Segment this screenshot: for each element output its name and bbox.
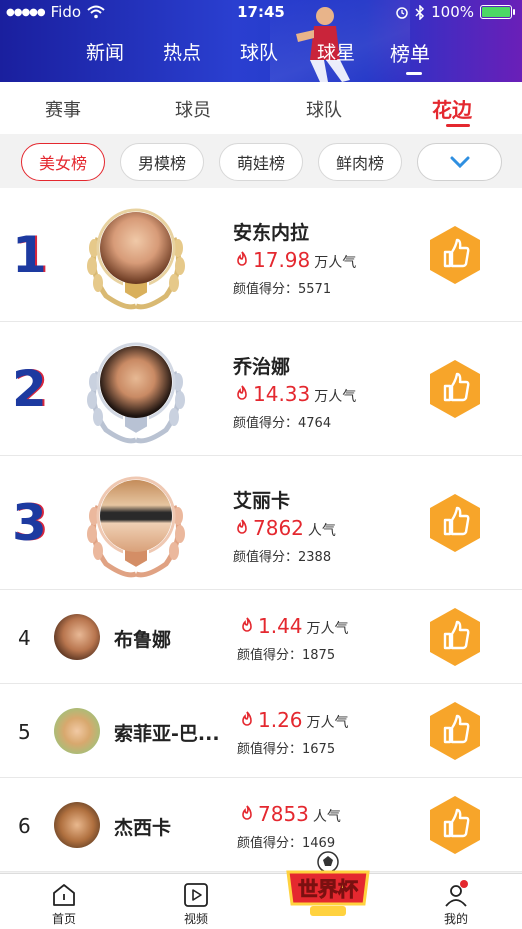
like-button[interactable]	[428, 224, 482, 286]
tab-gossip[interactable]: 花边	[432, 94, 472, 123]
popularity: 1.44 万人气	[240, 614, 349, 638]
entry-name: 杰西卡	[114, 817, 172, 839]
beauty-score: 颜值得分：1875	[237, 648, 336, 663]
battery-icon	[480, 5, 515, 19]
popularity-value: 17.98	[253, 248, 311, 272]
ranking-row[interactable]: 1 安东内拉 17.98 万人气 颜值得分：5571	[0, 188, 522, 322]
rank-number: 5	[18, 720, 31, 744]
like-button[interactable]	[428, 492, 482, 554]
play-icon	[184, 883, 208, 907]
avatar	[54, 802, 100, 848]
expand-filters-button[interactable]	[417, 143, 502, 181]
flame-icon	[237, 385, 247, 400]
bottom-nav-home[interactable]: 首页	[34, 882, 94, 927]
bottom-nav: 首页 视频 我的	[0, 873, 522, 929]
chevron-down-icon	[450, 156, 469, 168]
popularity-value: 14.33	[253, 382, 311, 406]
top-nav-hot[interactable]: 热点	[163, 38, 201, 65]
popularity: 1.26 万人气	[240, 708, 349, 732]
like-button[interactable]	[428, 606, 482, 668]
popularity-value: 7862	[253, 516, 304, 540]
bluetooth-icon	[415, 4, 425, 20]
ranking-row[interactable]: 2 乔治娜 14.33 万人气 颜值得分：4764	[0, 322, 522, 456]
app-header: ●●●●● Fido 17:45 100% 新闻 热点 球队 球星 榜单	[0, 0, 522, 82]
like-button[interactable]	[428, 794, 482, 856]
bottom-nav-video[interactable]: 视频	[166, 882, 226, 927]
avatar	[100, 212, 172, 284]
tab-events[interactable]: 赛事	[45, 96, 81, 122]
beauty-score: 颜值得分：4764	[233, 416, 332, 431]
flame-icon	[242, 805, 252, 820]
filter-chip-male-models[interactable]: 男模榜	[120, 143, 204, 181]
popularity: 7853 人气	[240, 802, 341, 826]
top-nav-stars[interactable]: 球星	[317, 38, 355, 65]
tab-players[interactable]: 球员	[175, 96, 211, 122]
rank-number: 1	[12, 226, 47, 284]
beauty-score: 颜值得分：2388	[233, 550, 332, 565]
sub-tabs: 赛事 球员 球队 花边	[0, 82, 522, 134]
popularity: 14.33 万人气	[235, 382, 356, 406]
popularity: 7862 人气	[235, 516, 336, 540]
avatar	[100, 346, 172, 418]
popularity-value: 7853	[258, 802, 309, 826]
avatar	[100, 480, 172, 552]
bottom-nav-profile[interactable]: 我的	[426, 882, 486, 927]
top-nav: 新闻 热点 球队 球星 榜单	[0, 36, 522, 76]
popularity-unit: 人气	[312, 809, 341, 825]
popularity-unit: 万人气	[314, 255, 357, 271]
status-bar: ●●●●● Fido 17:45 100%	[0, 0, 522, 26]
like-button[interactable]	[428, 358, 482, 420]
flame-icon	[242, 711, 252, 726]
filter-chip-cute-kids[interactable]: 萌娃榜	[219, 143, 303, 181]
top-nav-news[interactable]: 新闻	[86, 38, 124, 65]
filter-chip-beauty[interactable]: 美女榜	[21, 143, 105, 181]
avatar	[54, 614, 100, 660]
popularity: 17.98 万人气	[235, 248, 356, 272]
alarm-icon	[396, 7, 408, 19]
tab-teams[interactable]: 球队	[306, 96, 342, 122]
entry-name: 艾丽卡	[233, 490, 291, 512]
worldcup-badge[interactable]: 世界杯	[284, 850, 372, 920]
rank-number: 3	[12, 494, 47, 552]
filter-bar: 美女榜 男模榜 萌娃榜 鲜肉榜	[0, 134, 522, 188]
entry-name: 索菲亚-巴...	[114, 723, 220, 745]
worldcup-badge-text: 世界杯	[298, 877, 358, 901]
ranking-row[interactable]: 6 杰西卡 7853 人气 颜值得分：1469	[0, 778, 522, 872]
popularity-value: 1.44	[258, 614, 303, 638]
ranking-row[interactable]: 5 索菲亚-巴... 1.26 万人气 颜值得分：1675	[0, 684, 522, 778]
rank-number: 6	[18, 814, 31, 838]
popularity-unit: 万人气	[306, 621, 349, 637]
popularity-unit: 人气	[307, 523, 336, 539]
flame-icon	[242, 617, 252, 632]
entry-name: 乔治娜	[233, 356, 291, 378]
like-button[interactable]	[428, 700, 482, 762]
top-nav-rankings[interactable]: 榜单	[390, 38, 430, 67]
beauty-score: 颜值得分：1469	[237, 836, 336, 851]
popularity-unit: 万人气	[306, 715, 349, 731]
flame-icon	[237, 251, 247, 266]
beauty-score: 颜值得分：1675	[237, 742, 336, 757]
popularity-unit: 万人气	[314, 389, 357, 405]
entry-name: 安东内拉	[233, 222, 310, 244]
rank-number: 4	[18, 626, 31, 650]
entry-name: 布鲁娜	[114, 629, 172, 651]
ranking-row[interactable]: 4 布鲁娜 1.44 万人气 颜值得分：1875	[0, 590, 522, 684]
tab-active-indicator	[446, 124, 470, 127]
popularity-value: 1.26	[258, 708, 303, 732]
home-icon	[53, 884, 75, 906]
top-nav-teams[interactable]: 球队	[240, 38, 278, 65]
flame-icon	[237, 519, 247, 534]
ranking-row[interactable]: 3 艾丽卡 7862 人气 颜值得分：2388	[0, 456, 522, 590]
top-nav-active-indicator	[406, 72, 422, 75]
beauty-score: 颜值得分：5571	[233, 282, 332, 297]
rank-number: 2	[12, 360, 47, 418]
notification-dot	[460, 880, 468, 888]
filter-chip-hunks[interactable]: 鲜肉榜	[318, 143, 402, 181]
battery-percent: 100%	[431, 3, 474, 21]
avatar	[54, 708, 100, 754]
